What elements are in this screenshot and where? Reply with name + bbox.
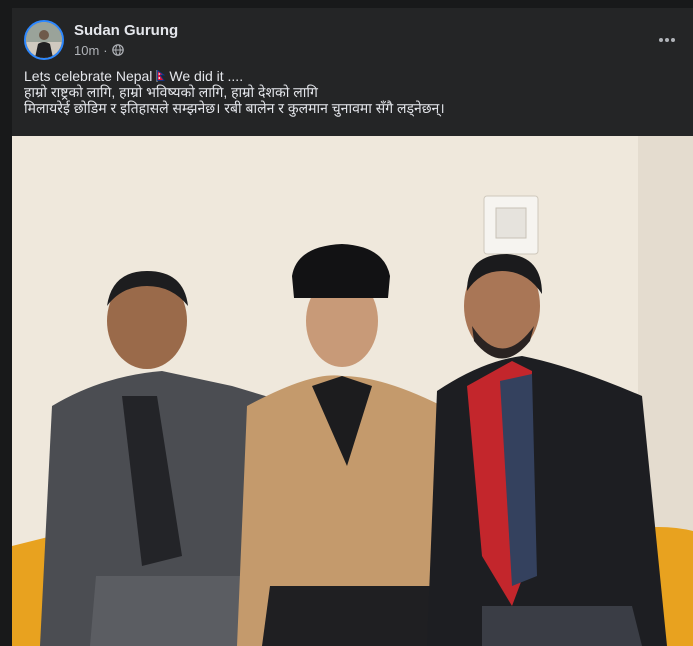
post-text-line-2: हाम्रो राष्ट्रको लागि, हाम्रो भविष्यको ल…: [24, 84, 318, 100]
post-text: Lets celebrate Nepal We did it .... हाम्र…: [24, 68, 681, 116]
meta-separator: ·: [103, 42, 108, 58]
post-text-line-1a: Lets celebrate Nepal: [24, 68, 153, 84]
post-photo[interactable]: [12, 136, 693, 646]
post-header: Sudan Gurung 10m ·: [24, 20, 681, 60]
avatar[interactable]: [24, 20, 64, 60]
post-photo-illustration: [12, 136, 693, 646]
post-text-line-3: मिलायरेई छोडिम र इतिहासले सम्झनेछ। रबी ब…: [24, 100, 445, 116]
post-text-line-1: Lets celebrate Nepal We did it ....: [24, 68, 681, 84]
post-timestamp[interactable]: 10m: [74, 43, 99, 58]
more-options-button[interactable]: [653, 26, 681, 54]
globe-icon[interactable]: [111, 44, 124, 56]
post-meta: 10m ·: [74, 42, 124, 58]
author-name[interactable]: Sudan Gurung: [74, 22, 178, 39]
post-card: Sudan Gurung 10m · Lets celebrate Nepal W…: [12, 8, 693, 646]
nepal-flag-emoji: [156, 70, 166, 82]
more-horizontal-icon: [659, 38, 675, 42]
avatar-image: [26, 22, 62, 58]
post-text-line-1b: We did it ....: [169, 68, 244, 84]
